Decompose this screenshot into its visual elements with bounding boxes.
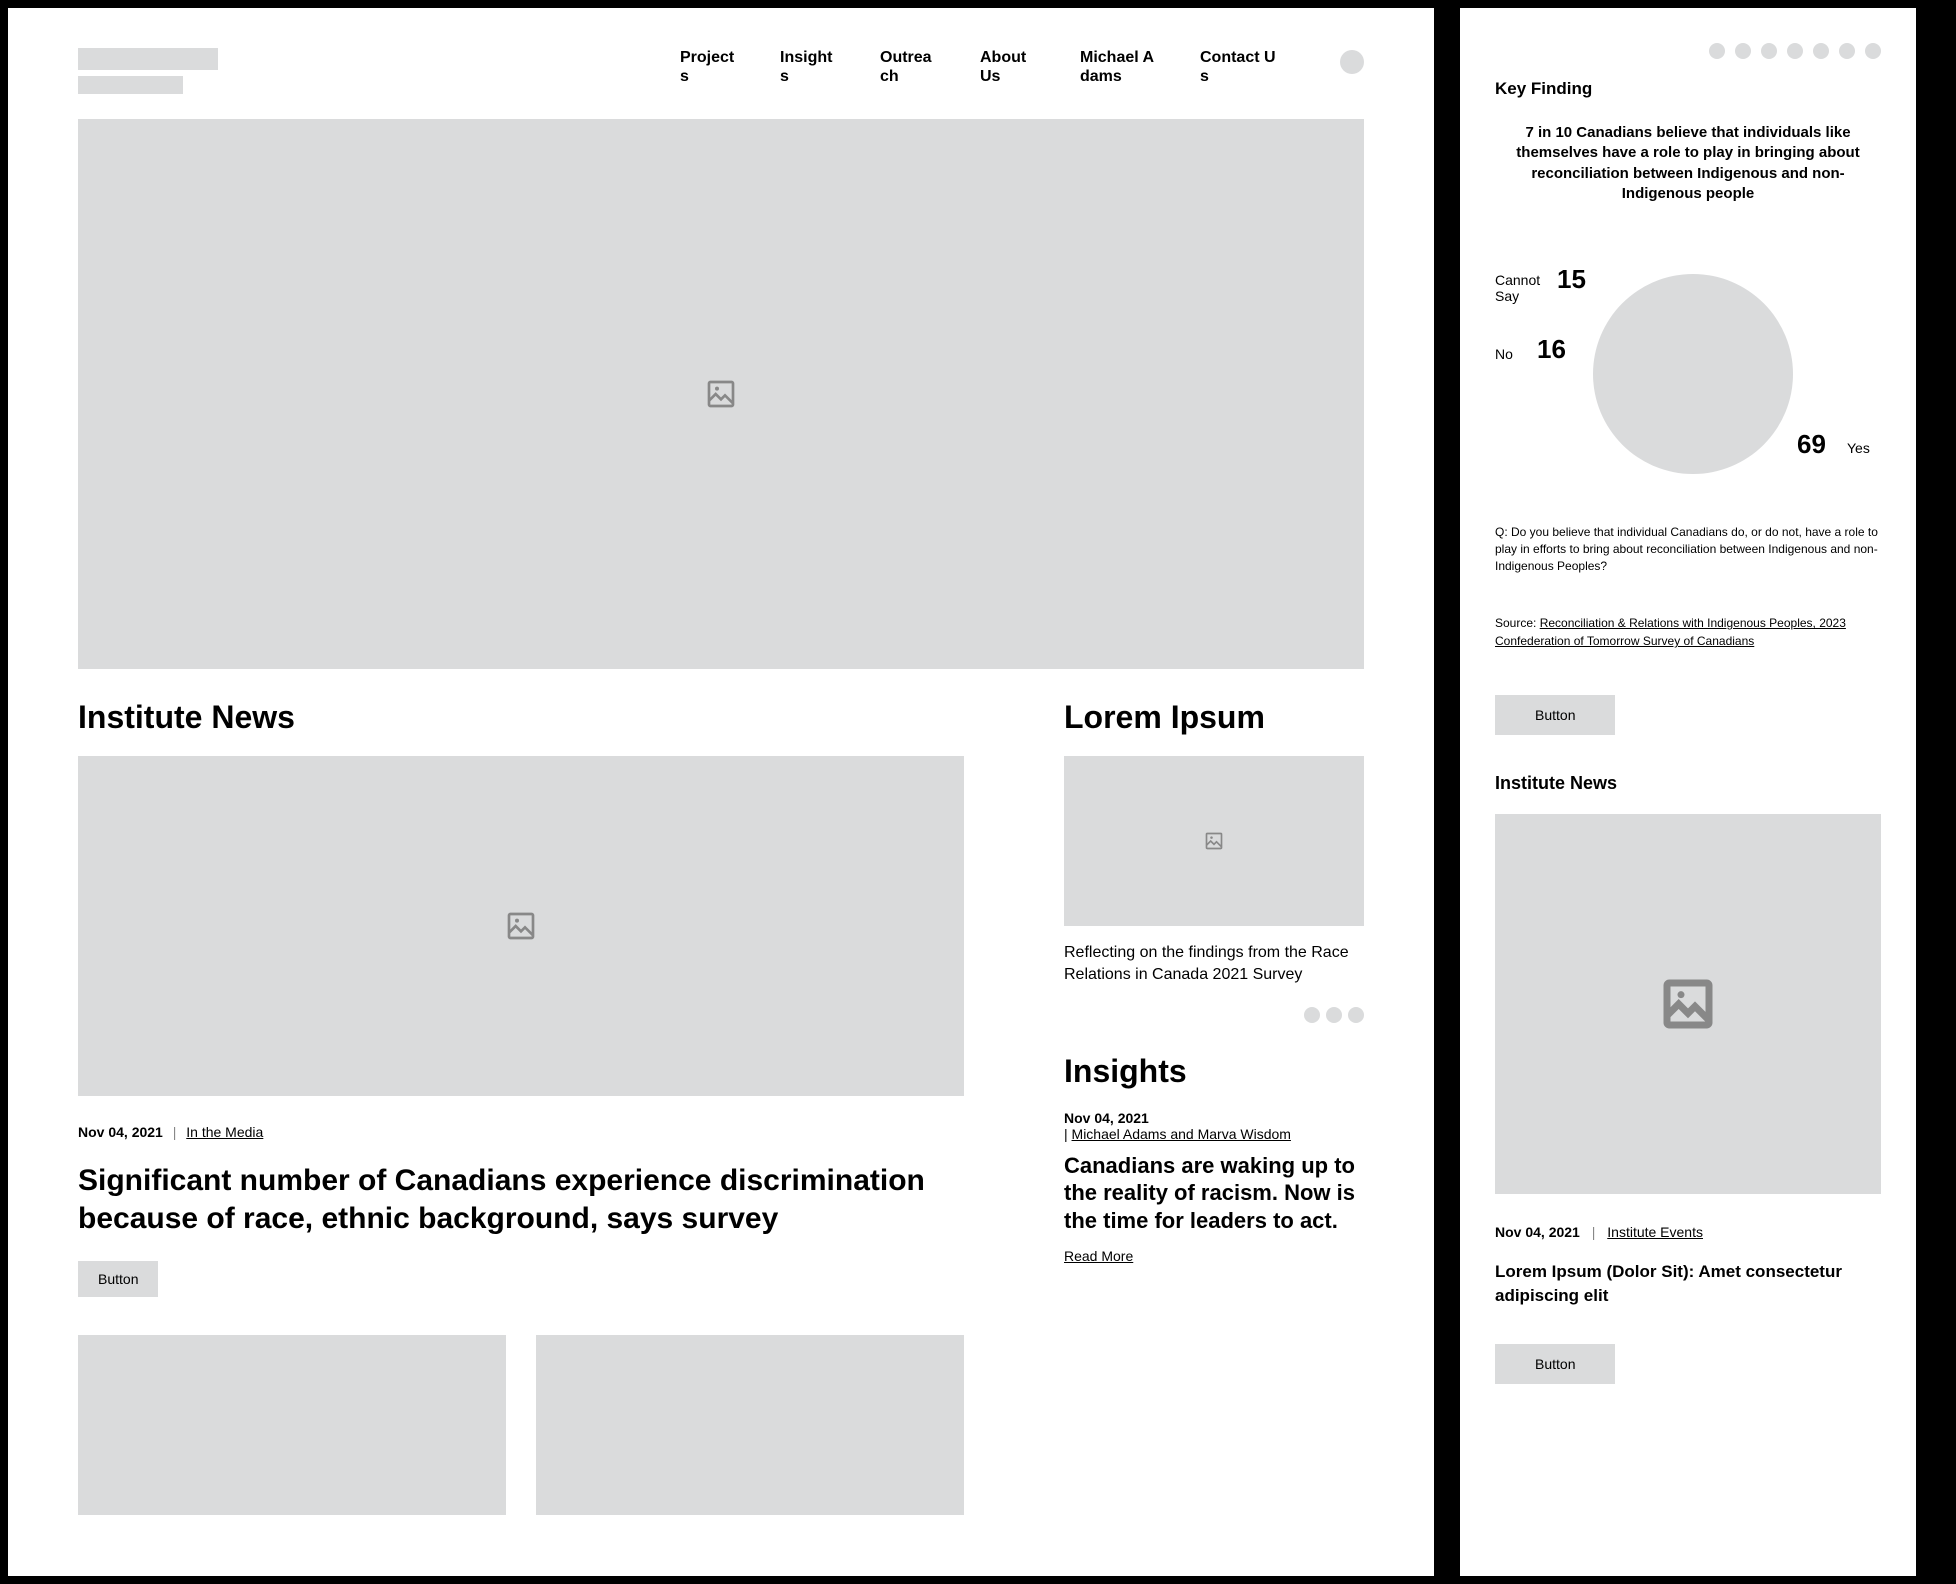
insights-authors-link[interactable]: Michael Adams and Marva Wisdom — [1072, 1126, 1291, 1142]
key-finding-heading: Key Finding — [1495, 79, 1881, 99]
label-no: No — [1495, 346, 1513, 362]
dot-1[interactable] — [1304, 1007, 1320, 1023]
mobile-top-dots — [1495, 43, 1881, 59]
mobile-news-meta: Nov 04, 2021 | Institute Events — [1495, 1224, 1881, 1240]
header: Projects Insights Outreach About Us Mich… — [78, 48, 1364, 94]
carousel-dots — [1064, 1007, 1364, 1023]
insights-date: Nov 04, 2021 — [1064, 1110, 1364, 1126]
nav-michael-adams[interactable]: Michael Adams — [1080, 48, 1160, 86]
m-dot[interactable] — [1839, 43, 1855, 59]
value-yes: 69 — [1797, 429, 1826, 460]
dot-3[interactable] — [1348, 1007, 1364, 1023]
m-dot[interactable] — [1735, 43, 1751, 59]
mobile-frame: Key Finding 7 in 10 Canadians believe th… — [1458, 6, 1918, 1578]
chart-source: Source: Reconciliation & Relations with … — [1495, 614, 1881, 650]
mobile-news-headline: Lorem Ipsum (Dolor Sit): Amet consectetu… — [1495, 1260, 1881, 1308]
nav-projects[interactable]: Projects — [680, 48, 740, 86]
news-category-link[interactable]: In the Media — [186, 1124, 263, 1140]
logo-placeholder — [78, 48, 218, 94]
source-link[interactable]: Reconciliation & Relations with Indigeno… — [1495, 616, 1846, 648]
nav-insights[interactable]: Insights — [780, 48, 840, 86]
nav-outreach[interactable]: Outreach — [880, 48, 940, 86]
mobile-news-category-link[interactable]: Institute Events — [1607, 1224, 1703, 1240]
news-date: Nov 04, 2021 — [78, 1124, 163, 1140]
news-headline: Significant number of Canadians experien… — [78, 1162, 964, 1237]
nav-about[interactable]: About Us — [980, 48, 1040, 86]
pie-circle — [1593, 274, 1793, 474]
side-column: Lorem Ipsum Reflecting on the findings f… — [1064, 699, 1364, 1515]
insights-heading: Insights — [1064, 1053, 1364, 1090]
hero-image-placeholder — [78, 119, 1364, 669]
news-image-placeholder — [78, 756, 964, 1096]
news-meta: Nov 04, 2021 | In the Media — [78, 1124, 964, 1140]
mobile-news-button[interactable]: Button — [1495, 1344, 1615, 1384]
mobile-institute-news-heading: Institute News — [1495, 773, 1881, 794]
insights-meta: Nov 04, 2021 | Michael Adams and Marva W… — [1064, 1110, 1364, 1142]
thumbnail-row — [78, 1335, 964, 1515]
keyfinding-button[interactable]: Button — [1495, 695, 1615, 735]
image-icon — [1204, 831, 1224, 851]
label-yes: Yes — [1847, 440, 1870, 456]
side-image-placeholder — [1064, 756, 1364, 926]
insights-title: Canadians are waking up to the reality o… — [1064, 1152, 1364, 1235]
pie-chart: Cannot Say 15 No 16 69 Yes — [1495, 264, 1881, 504]
dot-2[interactable] — [1326, 1007, 1342, 1023]
main-column: Institute News Nov 04, 2021 | In the Med… — [78, 699, 964, 1515]
chart-question: Q: Do you believe that individual Canadi… — [1495, 524, 1881, 574]
m-dot[interactable] — [1865, 43, 1881, 59]
image-icon — [505, 910, 537, 942]
institute-news-heading: Institute News — [78, 699, 964, 736]
key-finding-text: 7 in 10 Canadians believe that individua… — [1508, 123, 1868, 204]
m-dot[interactable] — [1787, 43, 1803, 59]
lorem-heading: Lorem Ipsum — [1064, 699, 1364, 736]
image-icon — [705, 378, 737, 410]
mobile-news-date: Nov 04, 2021 — [1495, 1224, 1580, 1240]
value-cannot-say: 15 — [1557, 264, 1586, 295]
value-no: 16 — [1537, 334, 1566, 365]
news-button[interactable]: Button — [78, 1261, 158, 1297]
thumb-1[interactable] — [78, 1335, 506, 1515]
m-dot[interactable] — [1709, 43, 1725, 59]
side-caption: Reflecting on the findings from the Race… — [1064, 942, 1364, 987]
main-nav: Projects Insights Outreach About Us Mich… — [680, 48, 1364, 86]
avatar-icon[interactable] — [1340, 50, 1364, 74]
label-cannot-say: Cannot Say — [1495, 272, 1555, 304]
m-dot[interactable] — [1761, 43, 1777, 59]
m-dot[interactable] — [1813, 43, 1829, 59]
thumb-2[interactable] — [536, 1335, 964, 1515]
nav-contact[interactable]: Contact Us — [1200, 48, 1280, 86]
mobile-news-image-placeholder — [1495, 814, 1881, 1194]
read-more-link[interactable]: Read More — [1064, 1248, 1133, 1264]
image-icon — [1660, 976, 1716, 1032]
desktop-frame: Projects Insights Outreach About Us Mich… — [6, 6, 1436, 1578]
